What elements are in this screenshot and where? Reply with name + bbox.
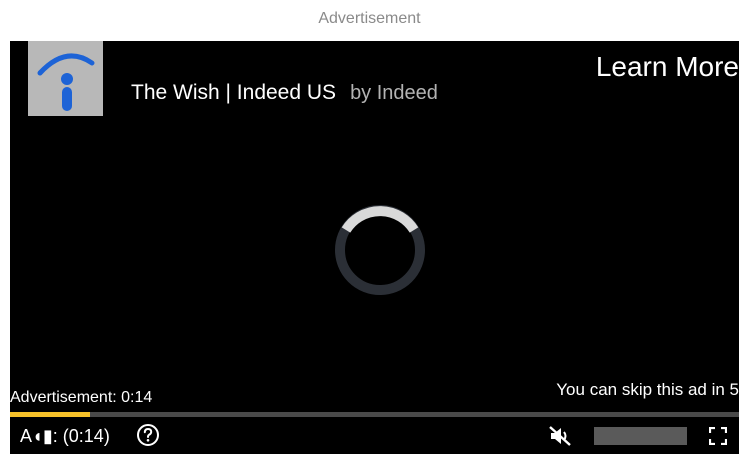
muted-speaker-icon[interactable] (548, 425, 572, 447)
volume-slider[interactable] (594, 427, 687, 445)
advertisement-label: Advertisement (318, 10, 421, 27)
ad-video-player[interactable]: The Wish | Indeed US by Indeed Learn More… (10, 41, 739, 454)
ad-countdown: Advertisement: 0:14 (10, 389, 153, 406)
player-controls: A◖▮: (0:14) (10, 417, 739, 454)
ad-advertiser: by Indeed (350, 82, 438, 104)
fullscreen-icon[interactable] (709, 427, 727, 445)
learn-more-link[interactable]: Learn More (596, 51, 739, 83)
indeed-logo-icon (37, 53, 95, 111)
help-icon[interactable] (136, 423, 160, 447)
ad-title[interactable]: The Wish | Indeed US by Indeed (131, 81, 438, 105)
indeed-logo[interactable] (28, 41, 103, 116)
ad-time-remaining: A◖▮: (0:14) (20, 426, 110, 446)
skip-ad-message: You can skip this ad in 5 (556, 380, 739, 399)
ad-title-text[interactable]: The Wish | Indeed US (131, 81, 336, 104)
loading-spinner-icon (335, 205, 425, 295)
